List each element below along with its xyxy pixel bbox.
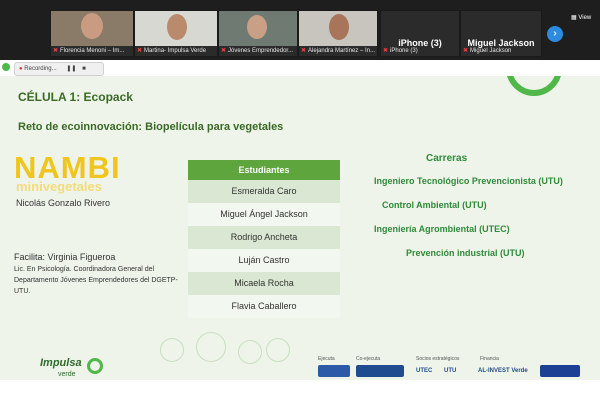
participant-name: Alejandra Martínez – In... <box>308 48 376 54</box>
participant-face <box>81 13 103 39</box>
participant-name: Martina- Impulsa Verde <box>144 48 207 54</box>
eu-flag-icon <box>540 365 580 377</box>
table-row: Flavia Caballero <box>188 295 340 318</box>
sponsor-logo-icon <box>318 365 350 377</box>
participant-video <box>51 11 133 46</box>
participant-name: iPhone (3) <box>390 48 418 54</box>
participant-face <box>329 14 349 40</box>
participant-name: Jóvenes Emprendedor... <box>228 48 294 54</box>
career-item: Prevención industrial (UTU) <box>406 248 525 258</box>
slide-subtitle: Reto de ecoinnovación: Biopelícula para … <box>18 121 284 133</box>
career-item: Ingeniero Tecnológico Prevencionista (UT… <box>374 176 563 186</box>
sponsor-label: Ejecuta <box>318 356 335 362</box>
table-row: Rodrigo Ancheta <box>188 226 340 249</box>
participant-video <box>219 11 297 46</box>
bottom-bar <box>0 380 600 400</box>
brand-logo-sub: minivegetales <box>16 179 102 194</box>
recording-label: Recording... <box>24 66 57 72</box>
recycle-loop-icon <box>87 358 103 374</box>
facilitator-name: Facilita: Virginia Figueroa <box>14 252 116 262</box>
participant-tile[interactable]: ✖ Florencia Menoni – Im... <box>50 10 134 57</box>
pause-icon[interactable]: ❚❚ <box>66 66 76 72</box>
students-table: Estudiantes Esmeralda Caro Miguel Ángel … <box>188 160 340 318</box>
impulsa-logo-sub: verde <box>58 371 76 378</box>
table-row: Luján Castro <box>188 249 340 272</box>
sponsor-logo-icon <box>356 365 404 377</box>
career-item: Control Ambiental (UTU) <box>382 200 487 210</box>
careers-header: Carreras <box>426 153 468 164</box>
table-header: Estudiantes <box>188 160 340 180</box>
decorative-ring-icon <box>506 76 562 96</box>
participant-name: Florencia Menoni – Im... <box>60 48 125 54</box>
mic-muted-icon: ✖ <box>221 48 227 54</box>
next-page-button[interactable]: › <box>547 26 563 42</box>
sponsor-label: Financia <box>480 356 499 362</box>
career-item: Ingeniería Agrombiental (UTEC) <box>374 224 510 234</box>
sponsor-label: Socios estratégicos <box>416 356 460 362</box>
participant-tile[interactable]: ✖ Jóvenes Emprendedor... <box>218 10 298 57</box>
decorative-circle-icon <box>238 340 262 364</box>
sponsor-logo-utu: UTU <box>444 368 457 374</box>
sponsor-label: Co-ejecuta <box>356 356 381 362</box>
sponsor-logo-alinvest: AL-INVEST Verde <box>478 368 528 374</box>
decorative-circle-icon <box>160 338 184 362</box>
decorative-circle-icon <box>266 338 290 362</box>
table-row: Micaela Rocha <box>188 272 340 295</box>
sponsor-logo-utec: UTEC <box>416 368 433 374</box>
facilitator-description: Lic. En Psicología. Coordinadora General… <box>14 266 178 295</box>
recording-indicator: ● Recording... ❚❚ ■ <box>14 62 104 76</box>
mic-muted-icon: ✖ <box>383 48 389 54</box>
participant-strip: ✖ Florencia Menoni – Im... ✖ Martina- Impu… <box>0 0 600 60</box>
slide-title: CÉLULA 1: Ecopack <box>18 90 133 104</box>
view-button[interactable]: ▦ View <box>571 14 595 24</box>
participant-video <box>135 11 217 46</box>
participant-tile[interactable]: iPhone (3) ✖ iPhone (3) <box>380 10 460 57</box>
mic-muted-icon: ✖ <box>463 48 469 54</box>
participant-tile[interactable]: Miguel Jackson ✖ Miguel Jackson <box>460 10 542 57</box>
table-row: Miguel Ángel Jackson <box>188 203 340 226</box>
team-member-name: Nicolás Gonzalo Rivero <box>16 198 111 208</box>
impulsa-logo: Impulsa <box>40 357 82 369</box>
mic-muted-icon: ✖ <box>137 48 143 54</box>
mic-muted-icon: ✖ <box>301 48 307 54</box>
table-row: Esmeralda Caro <box>188 180 340 203</box>
participant-name: Miguel Jackson <box>470 48 512 54</box>
participant-face <box>247 15 267 39</box>
decorative-bulb-icon <box>196 332 226 362</box>
chevron-right-icon: › <box>553 28 557 39</box>
participant-tile[interactable]: ✖ Martina- Impulsa Verde <box>134 10 218 57</box>
participant-face <box>167 14 187 40</box>
grid-icon: ▦ <box>571 15 577 21</box>
record-icon: ● <box>19 66 23 72</box>
stop-icon[interactable]: ■ <box>82 66 86 72</box>
mic-muted-icon: ✖ <box>53 48 59 54</box>
participant-video <box>299 11 377 46</box>
security-shield-icon[interactable] <box>2 63 10 71</box>
participant-tile[interactable]: ✖ Alejandra Martínez – In... <box>298 10 378 57</box>
view-label: View <box>578 15 592 21</box>
